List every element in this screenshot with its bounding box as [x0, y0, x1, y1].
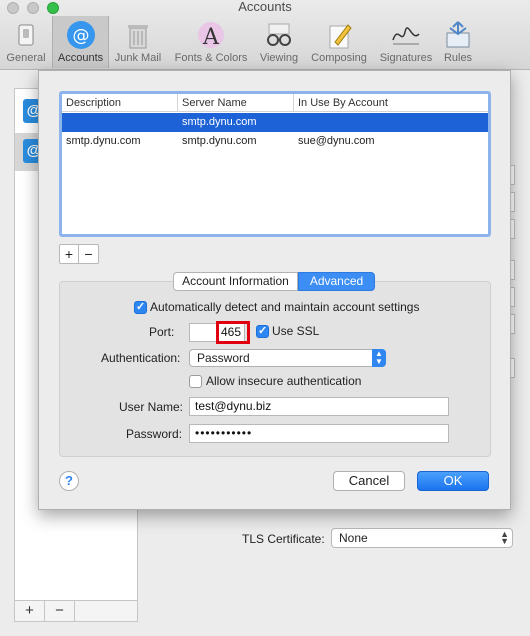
trash-icon — [128, 25, 148, 49]
font-palette-icon: A — [198, 22, 224, 50]
password-field[interactable]: ••••••••••• — [189, 424, 449, 443]
table-row[interactable]: smtp.dynu.com — [62, 113, 488, 132]
signature-icon — [392, 27, 420, 45]
cancel-button[interactable]: Cancel — [333, 471, 405, 491]
switch-icon — [18, 24, 34, 46]
tls-certificate-select[interactable]: None ▲ ▼ — [331, 528, 513, 548]
at-sign-icon: @ — [66, 21, 95, 49]
add-server-button[interactable]: + — [60, 245, 79, 263]
column-header-server-name[interactable]: Server Name — [178, 94, 294, 112]
allow-insecure-checkbox[interactable] — [189, 375, 202, 388]
column-header-description[interactable]: Description — [62, 94, 178, 112]
popup-arrows-icon: ▲ ▼ — [372, 349, 386, 367]
toolbar-composing[interactable]: Composing — [305, 16, 373, 68]
glasses-icon — [267, 23, 291, 46]
ok-button[interactable]: OK — [417, 471, 489, 491]
account-list-footer: + − — [14, 600, 138, 622]
toolbar-fonts-colors[interactable]: A Fonts & Colors — [169, 16, 253, 68]
use-ssl-label: Use SSL — [272, 324, 320, 338]
port-label: Port: — [149, 325, 175, 339]
rules-envelope-icon — [446, 21, 470, 48]
remove-account-button[interactable]: − — [45, 601, 75, 622]
stepper-arrows-icon: ▲ ▼ — [500, 529, 509, 546]
tab-account-information[interactable]: Account Information — [173, 272, 298, 291]
table-row[interactable]: smtp.dynu.com smtp.dynu.com sue@dynu.com — [62, 132, 488, 151]
remove-server-button[interactable]: − — [79, 245, 98, 263]
authentication-label: Authentication: — [101, 351, 181, 365]
toolbar-signatures[interactable]: Signatures — [375, 16, 437, 68]
window-titlebar: Accounts General @ Accounts Junk Mail A … — [0, 0, 530, 70]
tls-certificate-label: TLS Certificate: — [242, 532, 325, 546]
table-header: Description Server Name In Use By Accoun… — [62, 94, 488, 112]
toolbar-junk-mail[interactable]: Junk Mail — [111, 16, 165, 68]
server-list-sheet: Description Server Name In Use By Accoun… — [38, 70, 511, 510]
svg-text:@: @ — [72, 26, 89, 46]
server-add-remove-control: + − — [59, 244, 99, 264]
column-header-in-use-by[interactable]: In Use By Account — [294, 94, 488, 112]
toolbar-general[interactable]: General — [4, 16, 48, 68]
port-highlight-box — [216, 321, 250, 344]
add-account-button[interactable]: + — [15, 601, 45, 622]
smtp-server-table[interactable]: Description Server Name In Use By Accoun… — [59, 91, 491, 237]
use-ssl-checkbox[interactable] — [256, 324, 269, 338]
help-button[interactable]: ? — [59, 471, 79, 491]
authentication-popup[interactable]: Password ▲ ▼ — [189, 349, 386, 367]
username-label: User Name: — [119, 400, 184, 414]
toolbar-viewing[interactable]: Viewing — [256, 16, 302, 68]
allow-insecure-label: Allow insecure authentication — [206, 374, 362, 388]
pencil-icon — [329, 24, 352, 49]
svg-text:A: A — [202, 25, 220, 50]
toolbar-accounts[interactable]: @ Accounts — [52, 16, 109, 68]
toolbar-rules[interactable]: Rules — [439, 16, 477, 68]
username-field[interactable]: test@dynu.biz — [189, 397, 449, 416]
tab-advanced[interactable]: Advanced — [298, 272, 375, 291]
auto-detect-checkbox[interactable] — [134, 300, 147, 314]
auto-detect-label: Automatically detect and maintain accoun… — [150, 300, 420, 314]
window-title: Accounts — [238, 0, 292, 14]
password-label: Password: — [126, 427, 183, 441]
